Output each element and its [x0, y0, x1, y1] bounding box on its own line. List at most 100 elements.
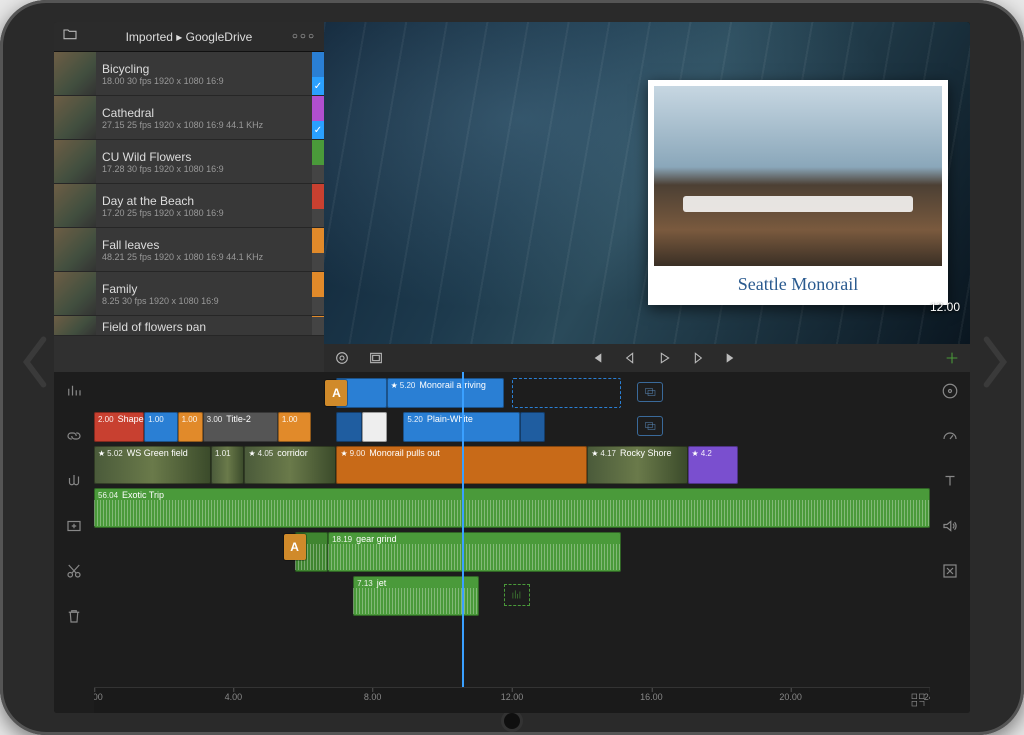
clip-info: Cathedral27.15 25 fps 1920 x 1080 16:9 4… [96, 96, 312, 139]
ruler-tick: 12.00 [501, 692, 524, 702]
clip-row[interactable]: Bicycling18.00 30 fps 1920 x 1080 16:9 ✓ [54, 52, 324, 96]
volume-icon[interactable] [941, 517, 959, 540]
timeline-clip[interactable]: 7.13jet [353, 576, 478, 616]
clip-tag[interactable] [312, 184, 324, 227]
speed-icon[interactable] [941, 427, 959, 450]
timeline-clip[interactable] [362, 412, 387, 442]
library-panel: Imported ▸ GoogleDrive ○○○ Bicycling18.0… [54, 22, 324, 372]
timeline-clip[interactable]: ★4.2 [688, 446, 738, 484]
play-button[interactable] [656, 350, 672, 366]
clip-meta: 17.20 25 fps 1920 x 1080 16:9 [102, 208, 306, 218]
insert-placeholder-button[interactable] [637, 416, 663, 436]
transport-bar [324, 344, 970, 372]
clip-tag[interactable]: ✓ [312, 96, 324, 139]
clip-info: Day at the Beach17.20 25 fps 1920 x 1080… [96, 184, 312, 227]
timeline-clip[interactable] [512, 378, 621, 408]
clip-name: Cathedral [102, 106, 306, 120]
playhead[interactable] [462, 372, 464, 687]
clip-row[interactable]: Cathedral27.15 25 fps 1920 x 1080 16:9 4… [54, 96, 324, 140]
timeline-clip[interactable]: 2.00Shapes-N [94, 412, 144, 442]
timeline-clip[interactable]: ★4.17Rocky Shore [587, 446, 687, 484]
clip-info: CU Wild Flowers17.28 30 fps 1920 x 1080 … [96, 140, 312, 183]
clip-row[interactable]: Day at the Beach17.20 25 fps 1920 x 1080… [54, 184, 324, 228]
main-video-track[interactable]: ★5.02WS Green field1.01★4.05corridor★9.0… [94, 446, 930, 484]
time-ruler[interactable]: 0.004.008.0012.0016.0020.0024. [94, 687, 930, 713]
clip-thumbnail [54, 140, 96, 183]
preview-viewport[interactable]: Seattle Monorail 12.00 [324, 22, 970, 344]
add-track-icon[interactable] [65, 517, 83, 540]
ipad-next-hint [978, 332, 1012, 404]
clip-tag[interactable] [312, 140, 324, 183]
clip-name: Bicycling [102, 62, 306, 76]
clip-meta: 18.00 30 fps 1920 x 1080 16:9 [102, 76, 306, 86]
cut-icon[interactable] [65, 562, 83, 585]
preview-timecode: 12.00 [930, 300, 960, 314]
audio-drop-placeholder[interactable] [504, 584, 530, 606]
safe-zone-icon[interactable] [368, 350, 384, 366]
clip-thumbnail [54, 316, 96, 335]
timeline-clip[interactable]: 1.00 [278, 412, 311, 442]
clip-list: Bicycling18.00 30 fps 1920 x 1080 16:9✓C… [54, 52, 324, 372]
ruler-tick: 20.00 [779, 692, 802, 702]
library-more-button[interactable]: ○○○ [292, 31, 316, 42]
clip-meta: 48.21 25 fps 1920 x 1080 16:9 44.1 KHz [102, 252, 306, 262]
timeline-clip[interactable]: ★5.02WS Green field [94, 446, 211, 484]
clip-info: Family8.25 30 fps 1920 x 1080 16:9 [96, 272, 312, 315]
audio-track-2[interactable]: A 18.19gear grind [94, 532, 930, 572]
timeline-clip[interactable]: ★4.05corridor [244, 446, 336, 484]
clip-thumbnail [54, 228, 96, 271]
audio-track-1[interactable]: 56.04Exotic Trip [94, 488, 930, 528]
clip-name: Field of flowers pan [102, 320, 306, 331]
clip-row[interactable]: Field of flowers pan [54, 316, 324, 336]
levels-icon[interactable] [65, 382, 83, 405]
settings-wheel-icon[interactable] [334, 350, 350, 366]
timeline-clip[interactable]: 1.01 [211, 446, 244, 484]
timeline-clip[interactable]: 18.19gear grind [328, 532, 621, 572]
timeline[interactable]: A★5.20Monorail arriving 2.00Shapes-N1.00… [94, 372, 930, 713]
step-fwd-button[interactable] [690, 350, 706, 366]
clip-row[interactable]: Family8.25 30 fps 1920 x 1080 16:9 [54, 272, 324, 316]
timeline-clip[interactable]: 1.00 [144, 412, 177, 442]
clip-tag[interactable] [312, 272, 324, 315]
clip-row[interactable]: CU Wild Flowers17.28 30 fps 1920 x 1080 … [54, 140, 324, 184]
timeline-clip[interactable] [336, 412, 361, 442]
clip-tag[interactable] [312, 228, 324, 271]
clip-info: Field of flowers pan [96, 316, 312, 335]
fx-icon[interactable] [941, 562, 959, 585]
clip-tag[interactable]: ✓ [312, 52, 324, 95]
library-breadcrumb[interactable]: Imported ▸ GoogleDrive [86, 30, 292, 44]
ruler-tick: 4.00 [225, 692, 243, 702]
insert-placeholder-button[interactable] [637, 382, 663, 402]
preview-panel: Seattle Monorail 12.00 [324, 22, 970, 372]
transition-block[interactable]: A [325, 380, 347, 406]
text-icon[interactable] [941, 472, 959, 495]
ipad-home-button[interactable] [504, 713, 520, 729]
clip-thumbnail [54, 96, 96, 139]
timeline-clip[interactable]: 1.00 [178, 412, 203, 442]
step-back-button[interactable] [622, 350, 638, 366]
trash-icon[interactable] [65, 607, 83, 630]
clip-info: Fall leaves48.21 25 fps 1920 x 1080 16:9… [96, 228, 312, 271]
timeline-clip[interactable]: 56.04Exotic Trip [94, 488, 930, 528]
overlay-track-1[interactable]: A ★5.20Monorail arriving [94, 378, 930, 408]
disk-icon[interactable] [941, 382, 959, 405]
goto-start-button[interactable] [588, 350, 604, 366]
link-icon[interactable] [65, 427, 83, 450]
timeline-clip[interactable]: 3.00Title-2 [203, 412, 278, 442]
timeline-clip[interactable] [520, 412, 545, 442]
add-marker-icon[interactable] [944, 350, 960, 366]
overlay-track-2[interactable]: 2.00Shapes-N1.001.003.00Title-21.005.20P… [94, 412, 930, 442]
timeline-clip[interactable]: ★5.20Monorail arriving [387, 378, 504, 408]
folder-icon[interactable] [62, 26, 78, 47]
overlay-title-card[interactable]: Seattle Monorail [648, 80, 948, 305]
goto-end-button[interactable] [724, 350, 740, 366]
clip-name: Day at the Beach [102, 194, 306, 208]
clip-name: CU Wild Flowers [102, 150, 306, 164]
clip-meta: 8.25 30 fps 1920 x 1080 16:9 [102, 296, 306, 306]
clip-row[interactable]: Fall leaves48.21 25 fps 1920 x 1080 16:9… [54, 228, 324, 272]
clip-tag[interactable] [312, 316, 324, 335]
clip-name: Family [102, 282, 306, 296]
transition-block[interactable]: A [284, 534, 306, 560]
voiceover-icon[interactable] [65, 472, 83, 495]
audio-track-3[interactable]: 7.13jet [94, 576, 930, 616]
